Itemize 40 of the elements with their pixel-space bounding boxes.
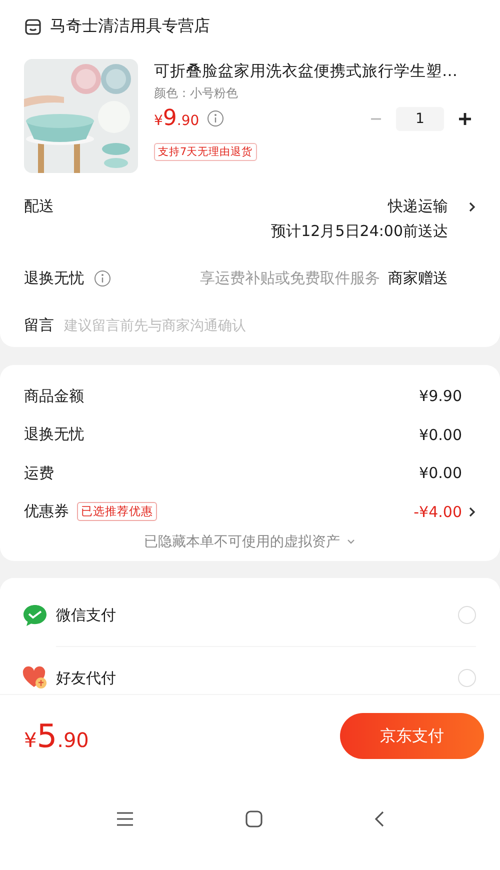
chevron-icon[interactable] <box>468 201 476 213</box>
store-name[interactable]: 马奇士清洁用具专营店 <box>50 16 210 37</box>
product-price: ¥9.90 <box>154 106 200 131</box>
payment-method-name[interactable]: 好友代付 <box>56 668 116 688</box>
product-title[interactable]: 可折叠脸盆家用洗衣盆便携式旅行学生塑… <box>154 61 458 82</box>
back-icon[interactable] <box>373 810 385 828</box>
coupon-badge: 已选推荐优惠 <box>77 502 157 522</box>
product-spec: 颜色：小号粉色 <box>154 85 238 102</box>
menu-icon[interactable] <box>115 810 135 826</box>
delivery-method[interactable]: 快递运输 <box>388 197 448 216</box>
return-service-note: 享运费补贴或免费取件服务 <box>200 269 380 288</box>
summary-value: ¥0.00 <box>419 426 462 444</box>
summary-value: -¥4.00 <box>414 502 462 521</box>
home-icon[interactable] <box>245 810 263 828</box>
return-service-label: 退换无忧 <box>24 269 84 288</box>
delivery-label: 配送 <box>24 197 54 216</box>
summary-label: 运费 <box>24 464 54 483</box>
delivery-eta: 预计12月5日24:00前送达 <box>271 222 448 241</box>
summary-label: 商品金额 <box>24 386 84 406</box>
payment-method-name[interactable]: 微信支付 <box>56 606 116 624</box>
info-icon[interactable] <box>94 270 111 287</box>
return-policy-tag: 支持7天无理由退货 <box>154 143 257 161</box>
chat-bubble-icon <box>22 603 48 627</box>
message-label: 留言 <box>24 316 54 335</box>
plus-icon[interactable] <box>458 112 472 126</box>
heart-icon <box>22 666 48 690</box>
total-price: ¥5.90 <box>24 717 89 755</box>
quantity-field[interactable]: 1 <box>396 106 444 130</box>
hidden-assets-text[interactable]: 已隐藏本单不可使用的虚拟资产 <box>144 533 340 551</box>
radio-button[interactable] <box>458 669 476 687</box>
radio-button[interactable] <box>458 606 476 624</box>
summary-value: ¥9.90 <box>419 387 462 406</box>
chevron-icon[interactable] <box>468 506 476 518</box>
store-icon <box>24 18 42 36</box>
info-icon[interactable] <box>207 110 224 127</box>
chevron-down-icon[interactable] <box>346 539 356 545</box>
summary-label: 退换无忧 <box>24 425 84 444</box>
return-service-value: 商家赠送 <box>388 269 448 288</box>
summary-label: 优惠券 <box>24 502 69 522</box>
summary-value: ¥0.00 <box>419 464 462 482</box>
